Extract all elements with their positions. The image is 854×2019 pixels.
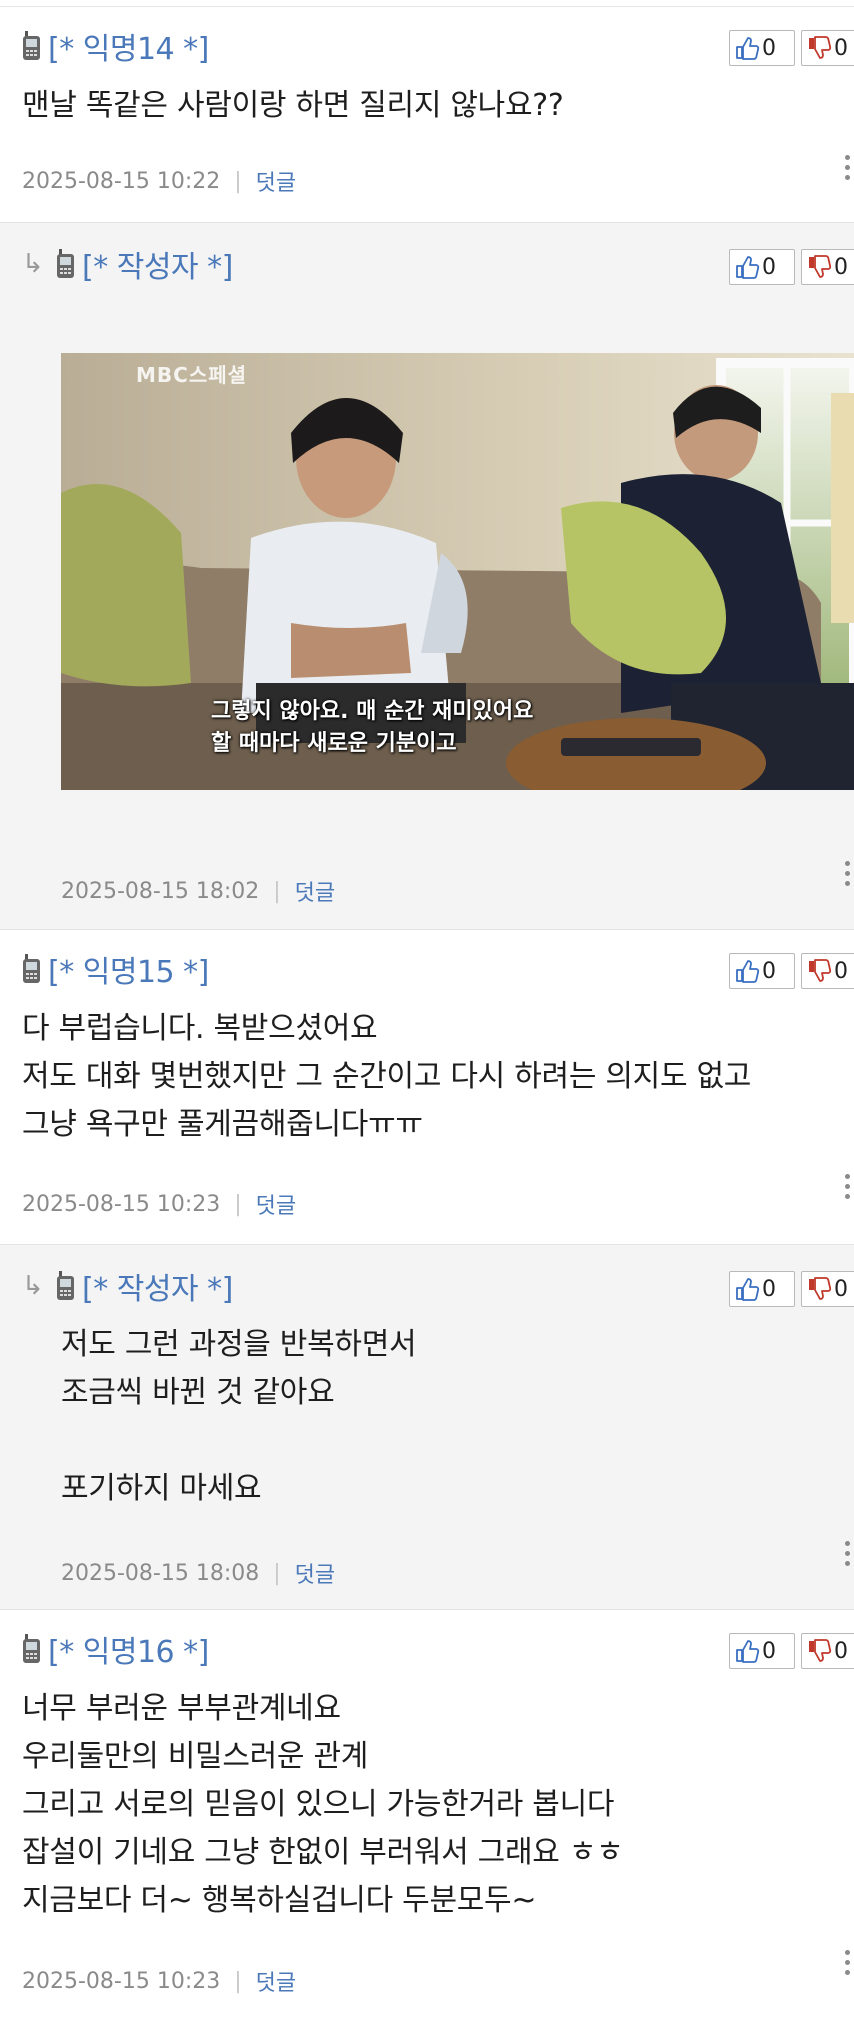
dislike-button[interactable]: 0 xyxy=(801,1271,854,1307)
top-divider xyxy=(0,0,854,7)
like-count: 0 xyxy=(762,958,776,984)
comment-timestamp: 2025-08-15 10:23 xyxy=(22,1968,221,1994)
dislike-button[interactable]: 0 xyxy=(801,953,854,989)
reply-link[interactable]: 덧글 xyxy=(295,1557,335,1589)
comment-item: [* 익명16 *] 0 0 너무 부러운 부부관계네요 우리둘만의 비밀스러운… xyxy=(0,1610,854,2019)
dislike-count: 0 xyxy=(834,958,848,984)
vote-buttons: 0 0 xyxy=(729,1271,854,1307)
dislike-button[interactable]: 0 xyxy=(801,30,854,66)
comment-body: 다 부럽습니다. 복받으셨어요 저도 대화 몇번했지만 그 순간이고 다시 하려… xyxy=(22,1011,752,1142)
subtitle-line-1: 그렇지 않아요. 매 순간 재미있어요 xyxy=(211,699,534,724)
mobile-phone-icon xyxy=(23,31,40,60)
more-vertical-icon[interactable] xyxy=(840,861,854,886)
comment-timestamp: 2025-08-15 10:23 xyxy=(22,1191,221,1217)
comment-author[interactable]: [* 익명14 *] xyxy=(48,24,209,68)
thumbs-up-icon xyxy=(736,37,760,60)
like-button[interactable]: 0 xyxy=(729,30,795,66)
vote-buttons: 0 0 xyxy=(729,249,854,285)
meta-separator: | xyxy=(234,1968,242,1994)
comment-body: 저도 그런 과정을 반복하면서 조금씩 바뀐 것 같아요 포기하지 마세요 xyxy=(61,1327,417,1506)
comment-body: 너무 부러운 부부관계네요 우리둘만의 비밀스러운 관계 그리고 서로의 믿음이… xyxy=(22,1691,624,1918)
dislike-count: 0 xyxy=(834,35,848,61)
dislike-count: 0 xyxy=(834,1276,848,1302)
comment-meta: 2025-08-15 18:02 | 덧글 xyxy=(61,875,335,907)
meta-separator: | xyxy=(273,1560,281,1586)
reply-arrow-icon: ↳ xyxy=(22,1271,44,1301)
comment-author[interactable]: [* 작성자 *] xyxy=(82,1264,233,1308)
reply-item: ↳ [* 작성자 *] 0 0 저도 그런 과정을 반복하면서 조금씩 바뀐 것… xyxy=(0,1245,854,1610)
comment-timestamp: 2025-08-15 18:02 xyxy=(61,878,260,904)
comment-meta: 2025-08-15 18:08 | 덧글 xyxy=(61,1557,335,1589)
meta-separator: | xyxy=(234,168,242,194)
comment-timestamp: 2025-08-15 10:22 xyxy=(22,168,221,194)
like-count: 0 xyxy=(762,1276,776,1302)
comment-header: [* 익명15 *] xyxy=(22,952,209,990)
subtitle-line-2: 할 때마다 새로운 기분이고 xyxy=(211,731,457,756)
comment-author[interactable]: [* 익명15 *] xyxy=(48,947,209,991)
reply-link[interactable]: 덧글 xyxy=(295,875,335,907)
thumbs-down-icon xyxy=(809,1639,832,1662)
vote-buttons: 0 0 xyxy=(729,953,854,989)
comment-author[interactable]: [* 작성자 *] xyxy=(82,242,233,286)
comment-author[interactable]: [* 익명16 *] xyxy=(48,1627,209,1671)
thumbs-down-icon xyxy=(809,959,832,982)
dislike-count: 0 xyxy=(834,254,848,280)
thumbs-down-icon xyxy=(809,36,832,59)
like-count: 0 xyxy=(762,1638,776,1664)
like-count: 0 xyxy=(762,254,776,280)
thumbs-up-icon xyxy=(736,256,760,279)
mobile-phone-icon xyxy=(57,249,74,278)
comment-meta: 2025-08-15 10:22 | 덧글 xyxy=(22,165,296,197)
comment-header: [* 익명14 *] xyxy=(22,29,209,67)
thumbs-down-icon xyxy=(809,1277,832,1300)
dislike-count: 0 xyxy=(834,1638,848,1664)
comment-header: ↳ [* 작성자 *] xyxy=(22,1269,233,1307)
reply-link[interactable]: 덧글 xyxy=(256,1188,296,1220)
reply-arrow-icon: ↳ xyxy=(22,249,44,279)
meta-separator: | xyxy=(234,1191,242,1217)
broadcast-watermark: MBC스페셜 xyxy=(136,363,248,387)
vote-buttons: 0 0 xyxy=(729,1633,854,1669)
vote-buttons: 0 0 xyxy=(729,30,854,66)
more-vertical-icon[interactable] xyxy=(840,1950,854,1975)
attached-image[interactable]: MBC스페셜 그렇지 않아요. 매 순간 재미있어요 할 때마다 새로운 기분이… xyxy=(61,353,854,790)
more-vertical-icon[interactable] xyxy=(840,1174,854,1199)
like-count: 0 xyxy=(762,35,776,61)
more-vertical-icon[interactable] xyxy=(840,155,854,180)
comment-header: [* 익명16 *] xyxy=(22,1632,209,1670)
mobile-phone-icon xyxy=(57,1271,74,1300)
like-button[interactable]: 0 xyxy=(729,953,795,989)
like-button[interactable]: 0 xyxy=(729,1633,795,1669)
comment-timestamp: 2025-08-15 18:08 xyxy=(61,1560,260,1586)
more-vertical-icon[interactable] xyxy=(840,1541,854,1566)
thumbs-up-icon xyxy=(736,1640,760,1663)
comment-meta: 2025-08-15 10:23 | 덧글 xyxy=(22,1188,296,1220)
comment-header: ↳ [* 작성자 *] xyxy=(22,247,233,285)
mobile-phone-icon xyxy=(23,954,40,983)
dislike-button[interactable]: 0 xyxy=(801,1633,854,1669)
reply-link[interactable]: 덧글 xyxy=(256,165,296,197)
thumbs-down-icon xyxy=(809,255,832,278)
comment-item: [* 익명15 *] 0 0 다 부럽습니다. 복받으셨어요 저도 대화 몇번했… xyxy=(0,930,854,1245)
like-button[interactable]: 0 xyxy=(729,1271,795,1307)
comment-meta: 2025-08-15 10:23 | 덧글 xyxy=(22,1965,296,1997)
thumbs-up-icon xyxy=(736,1278,760,1301)
dislike-button[interactable]: 0 xyxy=(801,249,854,285)
comment-body: 맨날 똑같은 사람이랑 하면 질리지 않나요?? xyxy=(22,88,564,123)
mobile-phone-icon xyxy=(23,1634,40,1663)
thumbs-up-icon xyxy=(736,960,760,983)
meta-separator: | xyxy=(273,878,281,904)
comment-item: [* 익명14 *] 0 0 맨날 똑같은 사람이랑 하면 질리지 않나요?? … xyxy=(0,7,854,223)
like-button[interactable]: 0 xyxy=(729,249,795,285)
reply-link[interactable]: 덧글 xyxy=(256,1965,296,1997)
